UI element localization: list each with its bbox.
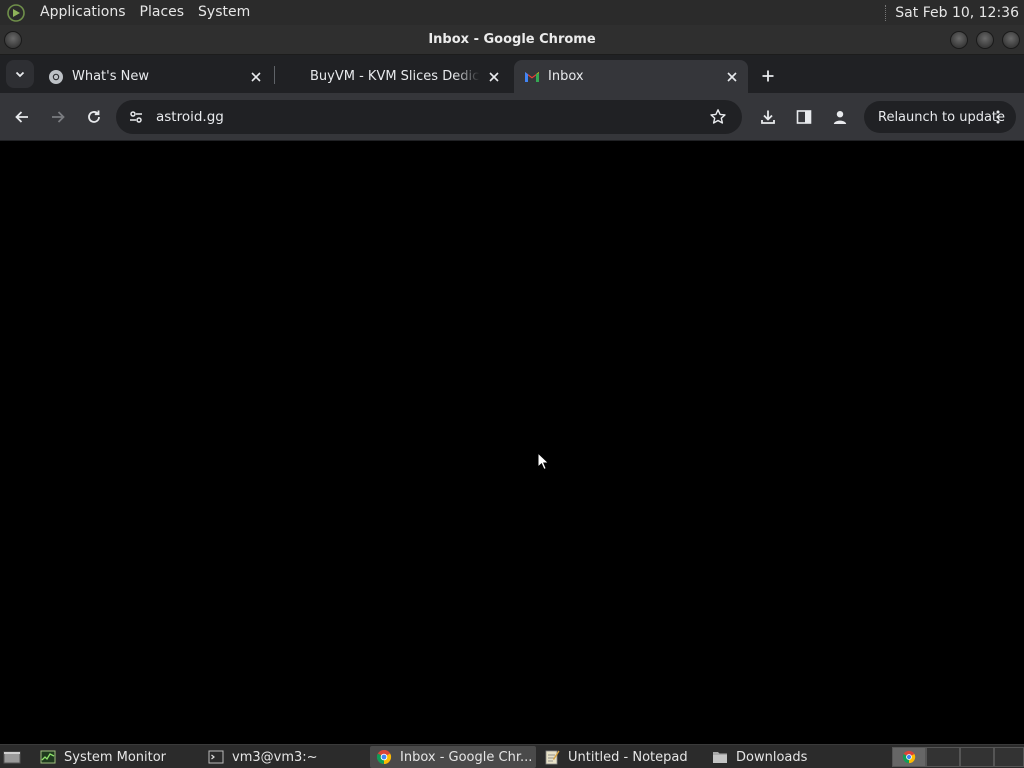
- window-menu-button[interactable]: [4, 31, 22, 49]
- tab-inbox[interactable]: Inbox: [514, 60, 748, 93]
- tab-search-button[interactable]: [6, 60, 34, 88]
- close-tab-icon[interactable]: [484, 67, 504, 87]
- relaunch-to-update-button[interactable]: Relaunch to update: [864, 101, 1016, 133]
- gmail-icon: [524, 69, 540, 85]
- address-bar[interactable]: astroid.gg: [116, 100, 742, 134]
- terminal-icon: [208, 749, 224, 765]
- window-titlebar[interactable]: Inbox - Google Chrome: [0, 25, 1024, 55]
- tab-title: Inbox: [548, 69, 584, 84]
- relaunch-label: Relaunch to update: [878, 109, 1006, 125]
- blank-favicon-icon: [286, 69, 302, 85]
- plus-icon: [762, 70, 774, 82]
- close-tab-icon[interactable]: [246, 67, 266, 87]
- bookmark-star-icon[interactable]: [706, 105, 730, 129]
- back-arrow-icon: [15, 111, 28, 123]
- url-text[interactable]: astroid.gg: [156, 109, 224, 125]
- workspace-4[interactable]: [994, 747, 1024, 767]
- back-button[interactable]: [10, 105, 34, 129]
- chrome-icon: [376, 749, 392, 765]
- system-monitor-icon: [40, 749, 56, 765]
- download-icon: [761, 110, 775, 124]
- tab-title: What's New: [72, 69, 149, 84]
- system-menu[interactable]: System: [191, 0, 257, 25]
- tab-whats-new[interactable]: What's New: [38, 60, 272, 93]
- show-desktop-icon[interactable]: [2, 748, 22, 766]
- side-panel-button[interactable]: [792, 105, 816, 129]
- side-panel-icon: [796, 110, 812, 124]
- page-content[interactable]: [0, 141, 1024, 744]
- places-menu[interactable]: Places: [133, 0, 192, 25]
- taskbar-item-notepad[interactable]: Untitled - Notepad: [538, 746, 704, 768]
- site-settings-icon[interactable]: [124, 105, 148, 129]
- taskbar-item-terminal[interactable]: vm3@vm3:~: [202, 746, 366, 768]
- close-tab-icon[interactable]: [722, 67, 742, 87]
- tab-buyvm[interactable]: BuyVM - KVM Slices Dedicated: [276, 60, 510, 93]
- forward-button[interactable]: [46, 105, 70, 129]
- close-window-button[interactable]: [1002, 31, 1020, 49]
- profile-button[interactable]: [828, 105, 852, 129]
- more-menu-icon[interactable]: [988, 107, 1008, 127]
- taskbar-item-system-monitor[interactable]: System Monitor: [34, 746, 198, 768]
- mouse-pointer-icon: [537, 452, 550, 471]
- bottom-taskbar: System Monitor vm3@vm3:~ Inbox - Google …: [0, 744, 1024, 768]
- tab-title: BuyVM - KVM Slices Dedicated: [310, 69, 480, 84]
- task-label: vm3@vm3:~: [232, 749, 318, 765]
- maximize-button[interactable]: [976, 31, 994, 49]
- reload-button[interactable]: [82, 105, 106, 129]
- minimize-button[interactable]: [950, 31, 968, 49]
- chevron-down-icon: [15, 71, 25, 78]
- forward-arrow-icon: [52, 111, 65, 123]
- taskbar-item-downloads[interactable]: Downloads: [706, 746, 886, 768]
- tab-strip: What's New BuyVM - KVM Slices Dedicated …: [0, 55, 1024, 93]
- downloads-button[interactable]: [756, 105, 780, 129]
- window-title: Inbox - Google Chrome: [428, 32, 596, 47]
- tab-divider: [274, 66, 275, 84]
- folder-icon: [712, 749, 728, 765]
- task-label: Untitled - Notepad: [568, 749, 688, 765]
- task-label: System Monitor: [64, 749, 167, 765]
- distro-logo-icon[interactable]: [5, 2, 27, 24]
- browser-toolbar: astroid.gg Relaunch to update: [0, 93, 1024, 141]
- applications-menu[interactable]: Applications: [33, 0, 133, 25]
- new-tab-button[interactable]: [756, 64, 780, 88]
- clock[interactable]: Sat Feb 10, 12:36: [895, 5, 1024, 21]
- workspace-1[interactable]: [892, 747, 926, 767]
- workspace-3[interactable]: [960, 747, 994, 767]
- notepad-icon: [544, 749, 560, 765]
- chrome-icon: [48, 69, 64, 85]
- top-panel: Applications Places System Sat Feb 10, 1…: [0, 0, 1024, 25]
- task-label: Downloads: [736, 749, 808, 765]
- panel-separator: [885, 4, 887, 21]
- workspace-2[interactable]: [926, 747, 960, 767]
- chrome-icon: [902, 750, 916, 764]
- reload-icon: [88, 110, 100, 123]
- task-label: Inbox - Google Chr...: [400, 749, 533, 765]
- taskbar-item-chrome[interactable]: Inbox - Google Chr...: [370, 746, 536, 768]
- profile-avatar-icon: [833, 111, 847, 124]
